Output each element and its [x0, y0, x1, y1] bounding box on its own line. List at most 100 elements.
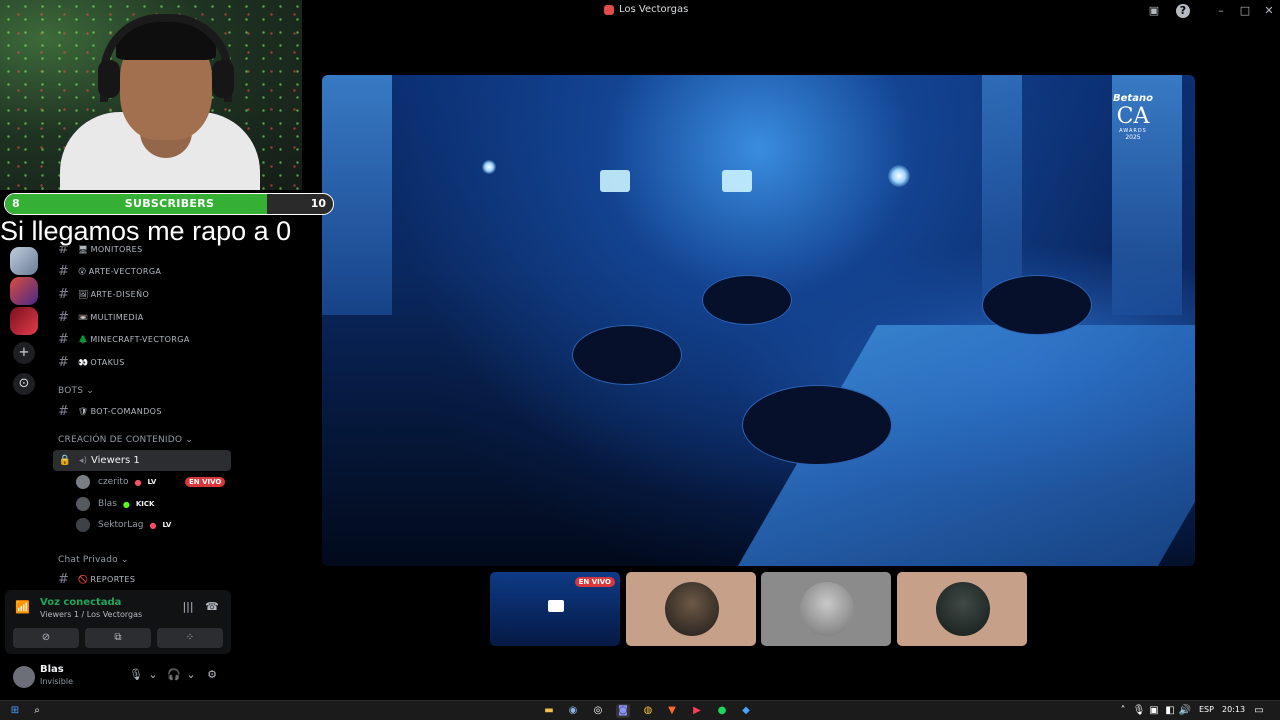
- headset-cup: [212, 60, 234, 98]
- brave-icon[interactable]: ▼: [665, 704, 679, 718]
- avatar: [76, 497, 90, 511]
- live-icon: ●: [149, 520, 157, 530]
- volume-icon[interactable]: 🔊: [1178, 704, 1192, 718]
- hash-icon: #: [58, 403, 70, 419]
- voice-channel-viewers[interactable]: 🔒 ◂) Viewers 1: [53, 450, 231, 471]
- clock[interactable]: 20:13: [1222, 705, 1245, 714]
- voice-user-name: SektorLag: [98, 520, 144, 530]
- overlay-caption: Si llegamos me rapo a 0: [0, 216, 292, 246]
- avatar: [800, 582, 854, 636]
- app-icon[interactable]: ◆: [739, 704, 753, 718]
- maximize-button[interactable]: □: [1238, 4, 1252, 18]
- category-label: CREACIÓN DE CONTENIDO: [58, 435, 183, 445]
- explore-icon[interactable]: ⊙: [13, 373, 35, 395]
- gear-icon[interactable]: ⚙: [204, 668, 220, 684]
- voice-user-sektorlag[interactable]: SektorLag ● LV: [76, 515, 228, 535]
- activities-button[interactable]: ⁘: [157, 628, 223, 648]
- hash-icon: #: [58, 331, 70, 347]
- add-server-icon[interactable]: +: [13, 342, 35, 364]
- voice-status[interactable]: Voz conectada: [40, 597, 121, 608]
- stream-video[interactable]: Betano CA AWARDS 2025: [322, 75, 1195, 566]
- user-name[interactable]: Blas: [40, 664, 64, 675]
- minimize-button[interactable]: –: [1214, 4, 1228, 18]
- channel-arte-diseno[interactable]: # 🖼 ARTE-DISEÑO: [58, 284, 230, 304]
- screen-share-icon: [548, 600, 564, 612]
- camera-off-button[interactable]: ⊘: [13, 628, 79, 648]
- category-chat-privado[interactable]: Chat Privado ⌄: [58, 555, 129, 565]
- participant-tile[interactable]: [761, 572, 891, 646]
- headset-cup: [98, 60, 120, 98]
- avatar: [76, 475, 90, 489]
- chevron-down-icon[interactable]: ⌄: [183, 668, 199, 684]
- participant-tile[interactable]: [626, 572, 756, 646]
- channel-label: OTAKUS: [90, 357, 125, 367]
- voice-icon: ◂): [79, 455, 88, 466]
- channel-label: MINECRAFT-VECTORGA: [90, 334, 190, 344]
- chrome-icon[interactable]: ◍: [641, 704, 655, 718]
- webcam-overlay: [0, 0, 302, 190]
- voice-user-tag: LV: [162, 521, 172, 529]
- category-creacion[interactable]: CREACIÓN DE CONTENIDO ⌄: [58, 435, 193, 445]
- category-bots[interactable]: BOTS ⌄: [58, 386, 94, 396]
- window-title: Los Vectorgas: [604, 4, 688, 15]
- hash-icon: #: [58, 263, 70, 279]
- scene-screen: [722, 170, 752, 192]
- chevron-down-icon: ⌄: [185, 435, 194, 445]
- scene-table: [572, 325, 682, 385]
- subscriber-label-text: SUBSCRIBERS: [124, 197, 215, 210]
- user-status: Invisible: [40, 677, 73, 686]
- participant-tile[interactable]: [897, 572, 1027, 646]
- avatar: [936, 582, 990, 636]
- inbox-icon[interactable]: ▣: [1147, 4, 1161, 18]
- scene-light: [482, 160, 496, 174]
- discord-icon[interactable]: ◙: [616, 704, 630, 718]
- channel-label: ARTE-DISEÑO: [90, 289, 150, 299]
- capture-icon[interactable]: ◧: [1163, 704, 1177, 718]
- channel-label: MULTIMEDIA: [90, 312, 144, 322]
- hash-icon: #: [58, 571, 70, 587]
- microphone-icon[interactable]: 🎙: [1132, 704, 1146, 718]
- channel-emoji: 😮: [78, 266, 87, 276]
- voice-location[interactable]: Viewers 1 / Los Vectorgas: [40, 610, 142, 619]
- signal-icon[interactable]: 📶: [15, 600, 31, 616]
- award-logo: Betano CA AWARDS 2025: [1093, 93, 1173, 141]
- obs-icon[interactable]: ◎: [591, 704, 605, 718]
- spotify-icon[interactable]: ●: [715, 704, 729, 718]
- close-button[interactable]: ✕: [1262, 4, 1276, 18]
- voice-user-blas[interactable]: Blas ● KICK: [76, 494, 228, 514]
- chevron-down-icon: ⌄: [86, 386, 94, 396]
- window-title-text: Los Vectorgas: [619, 4, 689, 15]
- scene-light: [888, 165, 910, 187]
- help-icon[interactable]: ?: [1176, 4, 1190, 18]
- channel-multimedia[interactable]: # 📼 MULTIMEDIA: [58, 307, 230, 327]
- notifications-icon[interactable]: ▭: [1252, 704, 1266, 718]
- channel-otakus[interactable]: # 👀 OTAKUS: [58, 352, 230, 372]
- noise-suppression-icon[interactable]: |||: [180, 600, 196, 616]
- voice-user-tag: LV: [147, 478, 157, 486]
- network-icon[interactable]: ▣: [1147, 704, 1161, 718]
- live-badge: EN VIVO: [574, 577, 615, 587]
- channel-reportes[interactable]: # 🚫 REPORTES: [58, 569, 230, 589]
- participant-tile-stream[interactable]: EN VIVO: [490, 572, 620, 646]
- server-icon[interactable]: [10, 247, 38, 275]
- hash-icon: #: [58, 286, 70, 302]
- chevron-down-icon[interactable]: ⌄: [145, 668, 161, 684]
- channel-minecraft-vectorga[interactable]: # 🌲 MINECRAFT-VECTORGA: [58, 329, 230, 349]
- disconnect-icon[interactable]: ☎: [204, 600, 220, 616]
- avatar[interactable]: [13, 666, 35, 688]
- chevron-up-icon[interactable]: ˄: [1116, 704, 1130, 718]
- microphone-icon[interactable]: 🎙: [128, 668, 144, 684]
- youtube-icon[interactable]: ▶: [690, 704, 704, 718]
- explorer-icon[interactable]: ▬: [542, 704, 556, 718]
- screen-share-button[interactable]: ⧉: [85, 628, 151, 648]
- windows-icon[interactable]: ⊞: [8, 704, 22, 718]
- language-indicator[interactable]: ESP: [1199, 705, 1214, 714]
- server-icon[interactable]: [10, 277, 38, 305]
- channel-label: REPORTES: [90, 574, 136, 584]
- headphones-icon[interactable]: 🎧: [166, 668, 182, 684]
- search-icon[interactable]: ⌕: [30, 704, 44, 718]
- steam-icon[interactable]: ◉: [566, 704, 580, 718]
- channel-bot-comandos[interactable]: # 🛡 BOT-COMANDOS: [58, 401, 230, 421]
- channel-arte-vectorga[interactable]: # 😮 ARTE-VECTORGA: [58, 261, 230, 281]
- server-icon[interactable]: [10, 307, 38, 335]
